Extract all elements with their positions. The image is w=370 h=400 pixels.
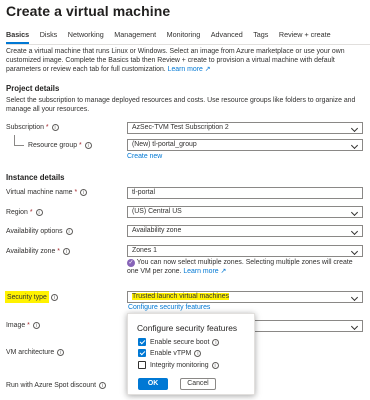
zone-note-text: You can now select multiple zones. Selec… — [127, 259, 353, 275]
intro-learn-more-link[interactable]: Learn more — [168, 66, 203, 73]
project-details-description: Select the subscription to manage deploy… — [6, 97, 356, 113]
image-select[interactable] — [250, 320, 363, 332]
spot-discount-label: Run with Azure Spot discount i — [6, 382, 107, 389]
required-marker: * — [57, 248, 60, 255]
secure-boot-label: Enable secure boot — [150, 338, 210, 346]
vm-name-input[interactable]: tl-portal — [127, 187, 363, 199]
intro-text: Create a virtual machine that runs Linux… — [6, 48, 366, 74]
info-icon[interactable]: i — [65, 228, 73, 235]
image-label-text: Image — [6, 322, 26, 329]
chevron-down-icon — [350, 208, 359, 217]
subscription-label: Subscription * i — [6, 124, 59, 131]
info-icon[interactable]: i — [212, 338, 220, 346]
info-icon[interactable]: i — [80, 189, 88, 196]
security-type-value: Trusted launch virtual machines — [132, 293, 230, 300]
availability-zone-label: Availability zone * i — [6, 248, 70, 255]
create-new-resource-group-link[interactable]: Create new — [127, 153, 162, 160]
security-type-select[interactable]: Trusted launch virtual machines — [127, 291, 363, 303]
zone-learn-more-link[interactable]: Learn more — [183, 268, 218, 275]
chevron-down-icon — [350, 293, 359, 302]
info-icon[interactable]: i — [51, 124, 59, 131]
vtpm-option[interactable]: Enable vTPM i — [138, 349, 202, 357]
vm-name-label: Virtual machine name * i — [6, 189, 88, 196]
chevron-down-icon — [350, 124, 359, 133]
popup-title: Configure security features — [137, 323, 238, 333]
info-icon[interactable]: i — [51, 294, 58, 301]
tab-management[interactable]: Management — [114, 29, 156, 45]
integrity-monitoring-label: Integrity monitoring — [150, 361, 209, 369]
info-icon[interactable]: i — [32, 322, 40, 329]
instance-details-heading: Instance details — [6, 173, 65, 182]
vtpm-checkbox[interactable] — [138, 349, 146, 357]
chevron-down-icon — [350, 227, 359, 236]
subscription-value: AzSec-TVM Test Subscription 2 — [132, 124, 229, 131]
required-marker: * — [79, 142, 82, 149]
subscription-label-text: Subscription — [6, 124, 44, 131]
info-icon[interactable]: i — [99, 382, 107, 389]
chevron-down-icon — [350, 141, 359, 150]
vm-name-value: tl-portal — [132, 189, 155, 196]
vm-name-label-text: Virtual machine name — [6, 189, 73, 196]
tab-advanced[interactable]: Advanced — [211, 29, 243, 45]
availability-options-value: Availability zone — [132, 227, 182, 234]
info-icon[interactable]: i — [57, 349, 65, 356]
info-icon[interactable]: i — [35, 209, 43, 216]
resource-group-select[interactable]: (New) tl-portal_group — [127, 139, 363, 151]
tab-disks[interactable]: Disks — [40, 29, 58, 45]
availability-zone-select[interactable]: Zones 1 — [127, 245, 363, 257]
integrity-monitoring-option[interactable]: Integrity monitoring i — [138, 361, 219, 369]
vm-architecture-label: VM architecture i — [6, 349, 65, 356]
spot-discount-label-text: Run with Azure Spot discount — [6, 382, 97, 389]
tab-review-create[interactable]: Review + create — [279, 29, 331, 45]
resource-group-value: (New) tl-portal_group — [132, 141, 197, 148]
region-value: (US) Central US — [132, 208, 182, 215]
security-type-label: Security type — [5, 291, 49, 303]
secure-boot-option[interactable]: Enable secure boot i — [138, 338, 220, 346]
image-label: Image * i — [6, 322, 40, 329]
tree-connector — [14, 135, 24, 146]
availability-options-label: Availability options i — [6, 228, 73, 235]
resource-group-label: Resource group * i — [28, 142, 92, 149]
cancel-button[interactable]: Cancel — [180, 378, 216, 390]
tab-networking[interactable]: Networking — [68, 29, 104, 45]
region-label: Region * i — [6, 209, 43, 216]
tab-divider — [6, 44, 370, 45]
info-icon[interactable]: i — [84, 142, 92, 149]
configure-security-features-link[interactable]: Configure security features — [128, 304, 210, 311]
required-marker: * — [45, 124, 49, 131]
external-link-icon: ↗ — [204, 65, 211, 73]
required-marker: * — [29, 209, 33, 216]
security-type-label-text: Security type — [7, 293, 47, 301]
subscription-select[interactable]: AzSec-TVM Test Subscription 2 — [127, 122, 363, 134]
availability-options-select[interactable]: Availability zone — [127, 225, 363, 237]
required-marker: * — [74, 189, 78, 196]
chevron-down-icon — [350, 322, 359, 331]
tab-basics[interactable]: Basics — [6, 29, 30, 45]
zone-note: ✓ You can now select multiple zones. Sel… — [127, 259, 365, 277]
required-marker: * — [27, 322, 30, 329]
configure-security-popup: Configure security features Enable secur… — [127, 313, 255, 395]
info-icon[interactable]: i — [194, 349, 202, 357]
external-link-icon: ↗ — [220, 267, 227, 275]
availability-zone-label-text: Availability zone — [6, 248, 56, 255]
integrity-monitoring-checkbox[interactable] — [138, 361, 146, 369]
resource-group-label-text: Resource group — [28, 142, 78, 149]
availability-zone-value: Zones 1 — [132, 247, 157, 254]
region-label-text: Region — [6, 209, 28, 216]
secure-boot-checkbox[interactable] — [138, 338, 146, 346]
more-options-icon[interactable]: ... — [146, 3, 159, 17]
info-icon[interactable]: i — [211, 361, 219, 369]
region-select[interactable]: (US) Central US — [127, 206, 363, 218]
vtpm-label: Enable vTPM — [150, 349, 192, 357]
ok-button[interactable]: OK — [138, 378, 168, 390]
vm-architecture-label-text: VM architecture — [6, 349, 55, 356]
tab-tags[interactable]: Tags — [253, 29, 268, 45]
info-icon[interactable]: i — [62, 248, 70, 255]
chevron-down-icon — [350, 247, 359, 256]
project-details-heading: Project details — [6, 84, 60, 93]
availability-options-label-text: Availability options — [6, 228, 63, 235]
tab-monitoring[interactable]: Monitoring — [167, 29, 201, 45]
tab-bar: Basics Disks Networking Management Monit… — [6, 29, 341, 45]
note-icon: ✓ — [127, 259, 135, 267]
